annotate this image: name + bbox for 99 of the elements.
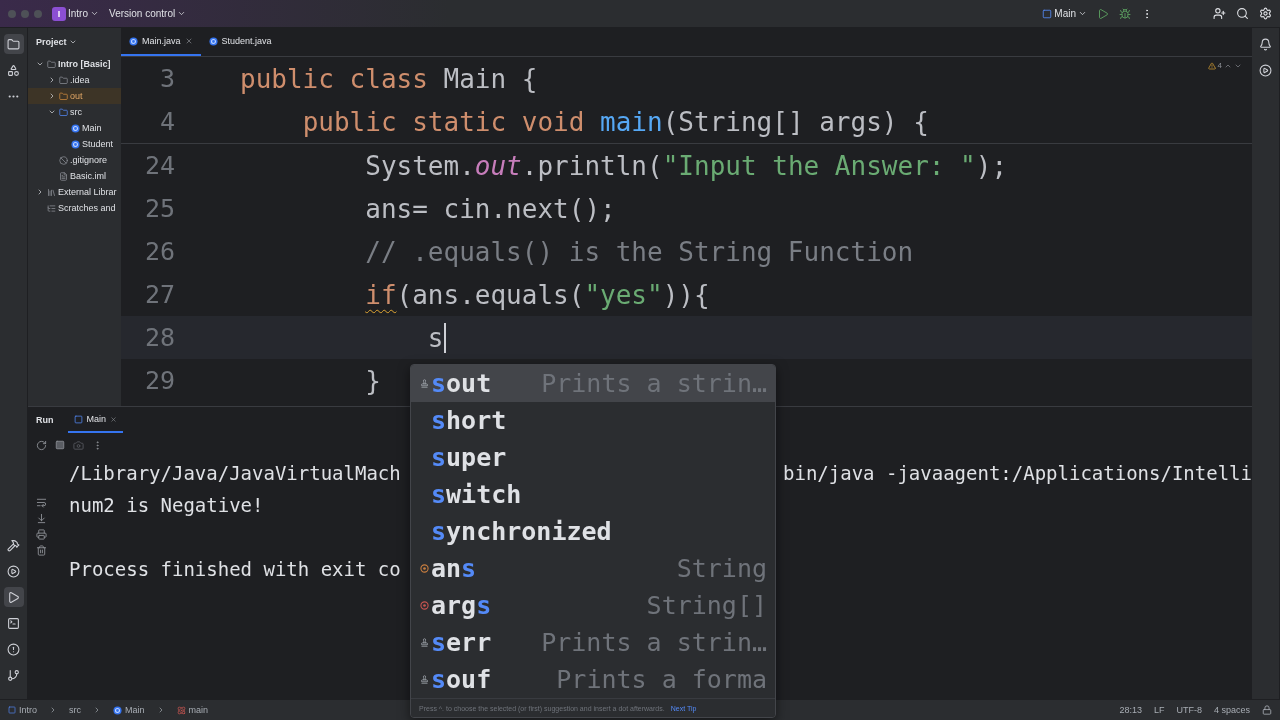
folder-icon xyxy=(59,91,68,101)
console-output: Process finished with exit co xyxy=(69,558,401,580)
status-item[interactable]: LF xyxy=(1153,705,1165,715)
breadcrumb[interactable]: Main xyxy=(113,705,145,715)
stamp-icon xyxy=(419,675,429,684)
chevron-down-icon[interactable] xyxy=(1078,9,1087,18)
scratches-icon xyxy=(47,203,56,213)
console-output: bin/java -javaagent:/Applications/Intelli xyxy=(783,462,1252,484)
tree-item[interactable]: .idea xyxy=(28,72,121,88)
close-icon[interactable] xyxy=(184,37,193,45)
code-line: public static void main(String[] args) { xyxy=(301,106,929,137)
tree-item[interactable]: Student xyxy=(28,136,121,152)
line-number: 28 xyxy=(143,323,175,352)
code-line: System.out.println("Input the Answer: "); xyxy=(364,150,1008,181)
vcs-menu[interactable]: Version control xyxy=(109,8,187,19)
completion-item[interactable]: souf Prints a forma xyxy=(411,661,775,698)
line-number: 26 xyxy=(143,237,175,266)
chevron-down-icon[interactable] xyxy=(177,9,187,18)
line-number: 29 xyxy=(143,366,175,395)
chevron-right-icon[interactable] xyxy=(36,188,44,196)
stop-icon[interactable] xyxy=(55,440,65,450)
completion-item[interactable]: switch xyxy=(411,476,775,513)
module-icon xyxy=(8,706,16,714)
line-number: 27 xyxy=(143,280,175,309)
square-icon[interactable] xyxy=(1042,8,1053,19)
completion-item[interactable]: short xyxy=(411,402,775,439)
run-icon[interactable] xyxy=(1097,7,1109,20)
tree-item[interactable]: Basic.iml xyxy=(28,168,121,184)
folder-icon xyxy=(59,75,68,85)
completion-item[interactable]: synchronized xyxy=(411,513,775,550)
code-line: ans= cin.next(); xyxy=(364,193,616,224)
console-output: num2 is Negative! xyxy=(69,494,264,516)
chevron-right-icon xyxy=(49,706,57,714)
completion-item[interactable]: ans String xyxy=(411,550,775,587)
module-folder-icon xyxy=(47,59,56,69)
completion-item[interactable]: super xyxy=(411,439,775,476)
run-config-menu[interactable]: Main xyxy=(1042,8,1087,19)
method-icon xyxy=(176,705,186,715)
tree-item[interactable]: out xyxy=(28,88,121,104)
tree-item[interactable]: External Librar xyxy=(28,184,121,200)
run-tab[interactable]: Main xyxy=(67,407,123,433)
editor-tab[interactable]: Student.java xyxy=(200,28,280,56)
completion-item[interactable]: args String[] xyxy=(411,587,775,624)
close-icon[interactable] xyxy=(110,415,117,423)
chevron-down-icon[interactable] xyxy=(36,60,44,68)
tree-item[interactable]: Intro [Basic] xyxy=(28,56,121,72)
variable-icon xyxy=(419,564,429,573)
debug-icon[interactable] xyxy=(1119,7,1131,20)
completion-item[interactable]: serr Prints a strin… xyxy=(411,624,775,661)
line-number: 4 xyxy=(158,107,175,136)
stamp-icon xyxy=(419,638,429,647)
stamp-icon xyxy=(419,379,429,388)
print-icon[interactable] xyxy=(35,529,47,540)
line-number: 24 xyxy=(143,151,175,180)
panel-title: Run xyxy=(36,414,54,427)
chevron-down-icon[interactable] xyxy=(48,108,56,116)
library-icon xyxy=(47,187,56,197)
folder-icon xyxy=(59,107,68,117)
line-number: 25 xyxy=(143,194,175,223)
search-icon[interactable] xyxy=(1236,7,1249,20)
breadcrumb[interactable]: main xyxy=(176,705,209,715)
code-line: // .equals() is the String Function xyxy=(364,236,914,267)
rerun-icon[interactable] xyxy=(36,439,47,451)
status-item[interactable]: UTF-8 xyxy=(1176,705,1202,715)
breadcrumb[interactable]: src xyxy=(69,705,81,715)
line-number: 3 xyxy=(158,64,175,93)
tree-item[interactable]: src xyxy=(28,104,121,120)
chevron-right-icon xyxy=(93,706,101,714)
parameter-icon xyxy=(419,601,429,610)
trash-icon[interactable] xyxy=(35,545,47,556)
chevron-down-icon[interactable] xyxy=(90,9,99,18)
chevron-down-icon[interactable] xyxy=(68,38,77,46)
editor-tab[interactable]: Main.java xyxy=(121,28,201,56)
lock-icon[interactable] xyxy=(1262,705,1272,715)
status-item[interactable]: 28:13 xyxy=(1119,705,1142,715)
scroll-to-end-icon[interactable] xyxy=(35,513,47,524)
warning-count: 4 xyxy=(1217,61,1222,70)
warning-icon[interactable] xyxy=(1207,61,1216,70)
class-icon xyxy=(208,36,218,46)
tree-item[interactable]: .gitignore xyxy=(28,152,121,168)
tree-item[interactable]: Main xyxy=(28,120,121,136)
tree-item[interactable]: Scratches and xyxy=(28,200,121,216)
code-line: public class Main { xyxy=(240,63,538,94)
console-output: /Library/Java/JavaVirtualMach xyxy=(69,462,401,484)
code-line: } xyxy=(364,365,381,396)
settings-icon[interactable] xyxy=(1259,7,1272,20)
soft-wrap-icon[interactable] xyxy=(35,497,47,508)
file-icon xyxy=(59,171,68,181)
class-icon xyxy=(113,705,122,715)
square-icon[interactable] xyxy=(73,414,83,424)
class-icon xyxy=(129,36,138,46)
project-menu[interactable]: I Intro xyxy=(52,6,99,21)
user-add-icon[interactable] xyxy=(1213,7,1226,20)
panel-title[interactable]: Project xyxy=(36,37,77,47)
breadcrumb[interactable]: Intro xyxy=(8,705,37,715)
ignore-file-icon xyxy=(59,155,68,165)
status-item[interactable]: 4 spaces xyxy=(1213,705,1250,715)
code-line: if(ans.equals("yes")){ xyxy=(364,279,710,310)
code-line: s xyxy=(426,322,446,353)
